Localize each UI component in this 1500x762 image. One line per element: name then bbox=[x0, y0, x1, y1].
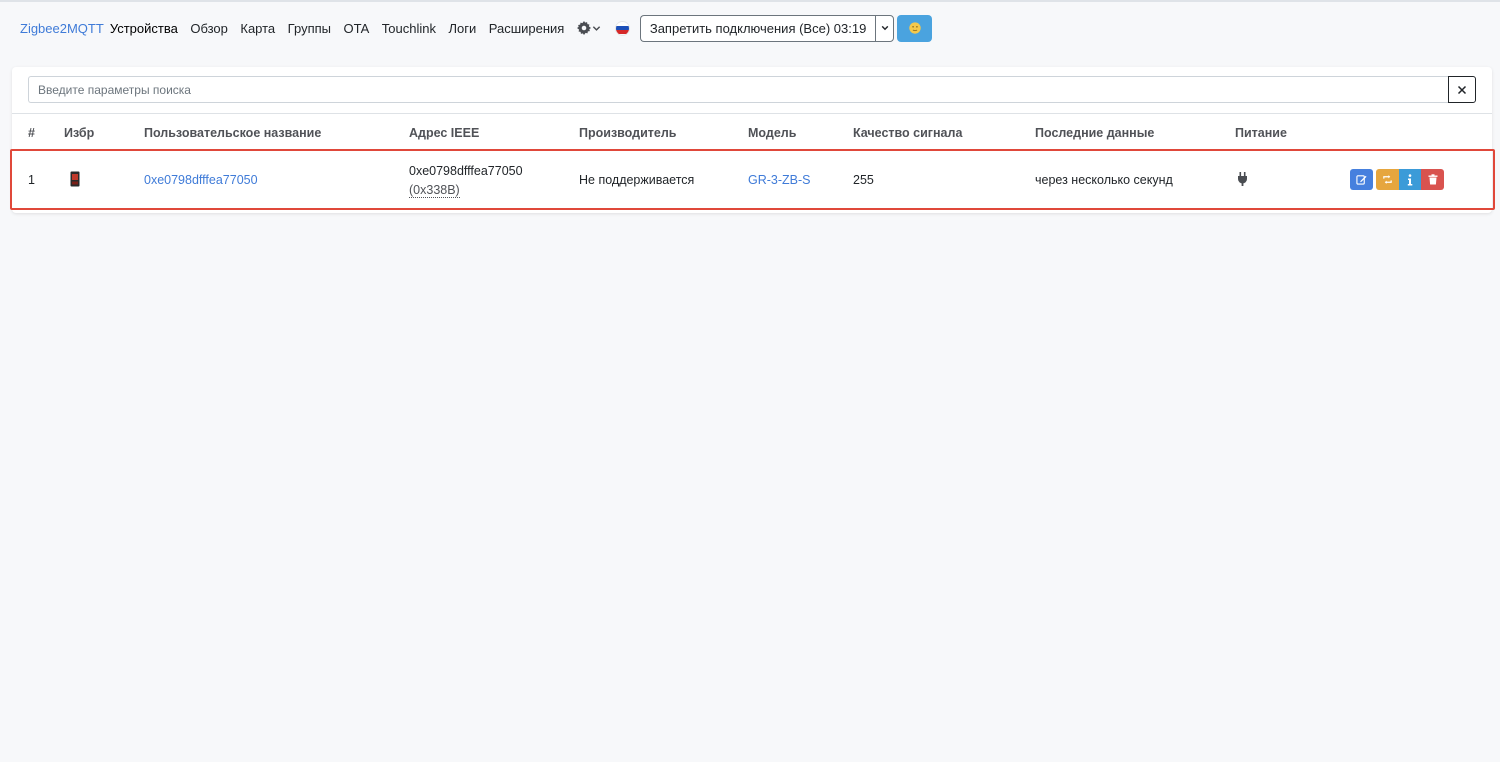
header-index[interactable]: # bbox=[28, 126, 35, 140]
header-model[interactable]: Модель bbox=[748, 126, 796, 140]
device-lqi: 255 bbox=[853, 173, 874, 187]
brand-link[interactable]: Zigbee2MQTT bbox=[20, 21, 104, 36]
edit-icon bbox=[1356, 175, 1367, 185]
header-power[interactable]: Питание bbox=[1235, 126, 1287, 140]
nav-groups[interactable]: Группы bbox=[288, 21, 331, 36]
device-model-link[interactable]: GR-3-ZB-S bbox=[748, 173, 811, 187]
info-icon bbox=[1407, 173, 1413, 185]
permit-join-dropdown[interactable] bbox=[875, 14, 895, 42]
close-icon bbox=[1457, 85, 1467, 94]
device-manufacturer: Не поддерживается bbox=[579, 173, 695, 187]
clear-search-button[interactable] bbox=[1448, 76, 1476, 103]
devices-card: # Избр Пользовательское название Адрес I… bbox=[12, 67, 1492, 213]
header-favorite[interactable]: Избр bbox=[64, 126, 94, 140]
header-ieee[interactable]: Адрес IEEE bbox=[409, 126, 479, 140]
nav-logs[interactable]: Логи bbox=[448, 21, 476, 36]
device-thumbnail[interactable] bbox=[70, 171, 80, 190]
header-last-seen[interactable]: Последние данные bbox=[1035, 126, 1154, 140]
moon-face-icon bbox=[909, 22, 921, 34]
info-button[interactable] bbox=[1399, 169, 1421, 190]
delete-button[interactable] bbox=[1421, 169, 1444, 190]
theme-toggle-button[interactable] bbox=[897, 14, 933, 42]
permit-join-group: Запретить подключения (Все) 03:19 bbox=[639, 14, 895, 42]
chevron-down-icon bbox=[881, 25, 889, 31]
plug-icon bbox=[1237, 172, 1248, 189]
navbar: Zigbee2MQTT Устройства Обзор Карта Групп… bbox=[0, 2, 1500, 54]
header-manufacturer[interactable]: Производитель bbox=[579, 126, 676, 140]
row-index: 1 bbox=[28, 173, 35, 187]
nav-extensions[interactable]: Расширения bbox=[489, 21, 565, 36]
trash-icon bbox=[1428, 174, 1437, 185]
row-actions bbox=[1350, 169, 1444, 190]
search-input[interactable] bbox=[28, 76, 1448, 103]
device-nwk-address: (0x338B) bbox=[409, 183, 460, 198]
permit-join-button[interactable]: Запретить подключения (Все) 03:19 bbox=[639, 14, 876, 42]
device-friendly-name-link[interactable]: 0xe0798dfffea77050 bbox=[144, 173, 258, 187]
nav-map[interactable]: Карта bbox=[240, 21, 275, 36]
edit-button[interactable] bbox=[1350, 169, 1373, 190]
header-lqi[interactable]: Качество сигнала bbox=[853, 126, 962, 140]
table-row: 1 0xe0798dfffea77050 0xe0798dfffea77050 … bbox=[12, 151, 1492, 209]
chevron-down-icon bbox=[592, 25, 601, 31]
device-ieee-cell: 0xe0798dfffea77050 (0x338B) bbox=[409, 162, 523, 200]
nav-dashboard[interactable]: Обзор bbox=[190, 21, 228, 36]
device-last-seen: через несколько секунд bbox=[1035, 173, 1173, 187]
settings-menu[interactable] bbox=[576, 21, 601, 35]
nav-ota[interactable]: OTA bbox=[344, 21, 370, 36]
rename-icon bbox=[1383, 175, 1392, 184]
header-friendly-name[interactable]: Пользовательское название bbox=[144, 126, 321, 140]
gear-icon bbox=[576, 21, 591, 35]
table-header: # Избр Пользовательское название Адрес I… bbox=[12, 113, 1492, 151]
nav-touchlink[interactable]: Touchlink bbox=[382, 21, 436, 36]
rename-button[interactable] bbox=[1376, 169, 1399, 190]
russian-flag-icon[interactable] bbox=[614, 20, 630, 36]
nav-devices[interactable]: Устройства bbox=[110, 21, 178, 36]
search-bar bbox=[28, 76, 1476, 103]
device-ieee: 0xe0798dfffea77050 bbox=[409, 164, 523, 178]
